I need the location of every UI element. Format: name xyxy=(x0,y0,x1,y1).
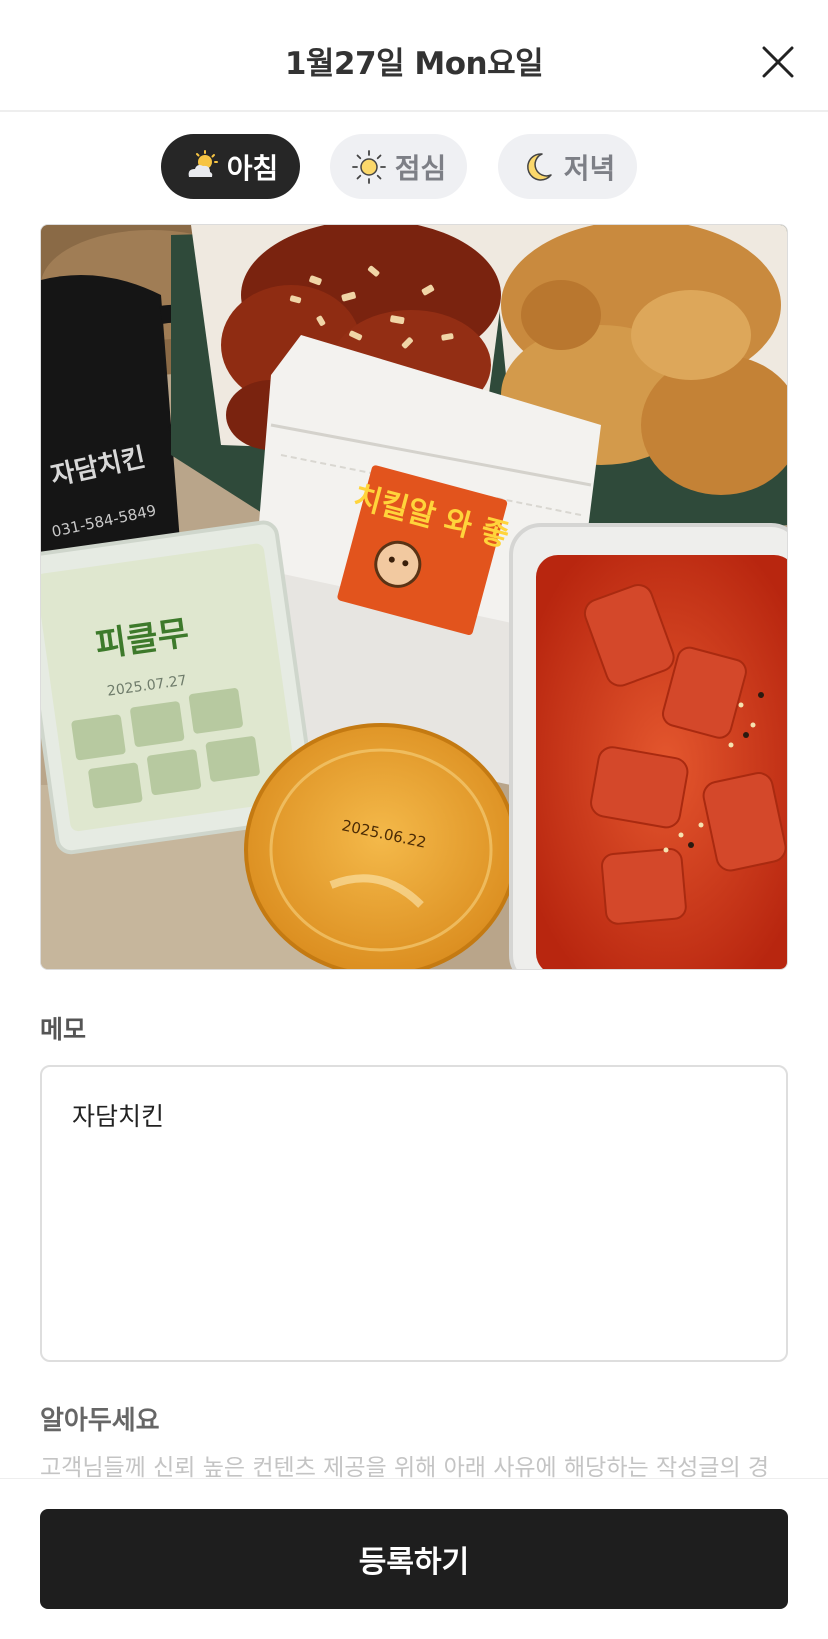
notice-text: 고객님들께 신뢰 높은 컨텐츠 제공을 위해 아래 사유에 해당하는 작성글의 … xyxy=(40,1455,770,1480)
moon-icon xyxy=(526,152,552,181)
meal-tabs: 아침 점심 저녁 xyxy=(0,134,828,200)
tab-breakfast-label: 아침 xyxy=(226,151,279,185)
close-button[interactable] xyxy=(756,40,800,84)
footer: 등록하기 xyxy=(0,1478,828,1639)
close-icon xyxy=(762,46,794,78)
sun-icon xyxy=(351,149,386,184)
tab-lunch-label: 점심 xyxy=(394,151,447,185)
page-title: 1월27일 Mon요일 xyxy=(284,46,544,82)
notice-title: 알아두세요 xyxy=(40,1406,160,1436)
meal-photo[interactable]: 자담치킨 031-584-5849 치킬알 와 좋 피클무 2025.07.27… xyxy=(40,224,788,970)
tab-lunch[interactable]: 점심 xyxy=(330,134,467,199)
submit-button[interactable]: 등록하기 xyxy=(40,1509,788,1609)
tab-dinner-label: 저녁 xyxy=(563,151,616,185)
memo-label: 메모 xyxy=(40,1015,87,1044)
header: 1월27일 Mon요일 xyxy=(0,0,828,112)
meal-photo-illustration: 자담치킨 031-584-5849 치킬알 와 좋 피클무 2025.07.27… xyxy=(41,225,787,969)
memo-textarea[interactable]: 자담치킨 xyxy=(40,1065,788,1362)
sun-behind-cloud-icon xyxy=(188,149,218,177)
tab-dinner[interactable]: 저녁 xyxy=(498,134,637,199)
tab-breakfast[interactable]: 아침 xyxy=(161,134,300,199)
